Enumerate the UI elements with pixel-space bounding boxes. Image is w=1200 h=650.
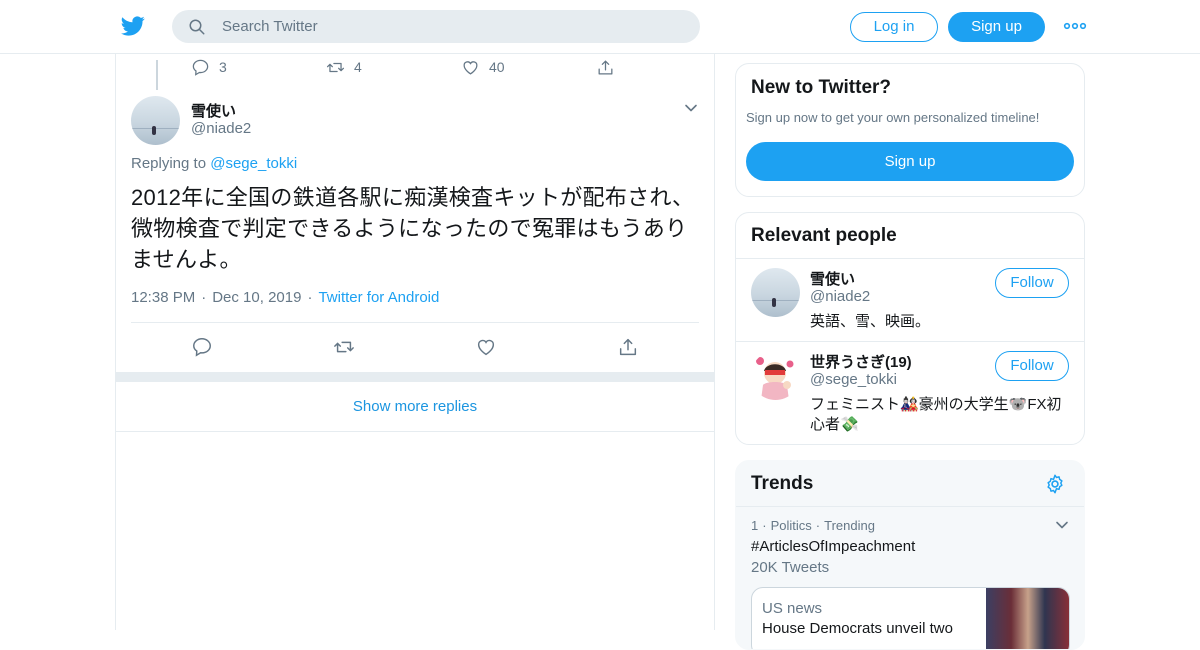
avatar-figure bbox=[772, 298, 776, 307]
heart-icon bbox=[463, 61, 478, 75]
twitter-logo-icon[interactable] bbox=[120, 14, 146, 38]
retweet-count: 4 bbox=[354, 59, 362, 75]
relevant-people-card: Relevant people 雪使い @niade2 英語、雪、映画。 Fol… bbox=[735, 212, 1085, 445]
tweet-metadata: 12:38 PM · Dec 10, 2019 · Twitter for Androi… bbox=[131, 289, 440, 306]
chevron-down-icon[interactable] bbox=[1054, 517, 1070, 533]
sidebar-signup-button[interactable]: Sign up bbox=[746, 142, 1074, 181]
user-handle[interactable]: @niade2 bbox=[191, 120, 251, 137]
search-input[interactable] bbox=[222, 10, 682, 43]
avatar[interactable] bbox=[131, 96, 180, 145]
follow-button[interactable]: Follow bbox=[995, 351, 1069, 381]
tweet-text: 2012年に全国の鉄道各駅に痴漢検査キットが配布され、微物検査で判定できるように… bbox=[131, 185, 695, 272]
trend-hashtag[interactable]: #ArticlesOfImpeachment bbox=[751, 538, 915, 555]
signup-button[interactable]: Sign up bbox=[948, 12, 1045, 42]
news-headline: House Democrats unveil two bbox=[762, 620, 953, 637]
replying-prefix: Replying to bbox=[131, 155, 207, 172]
like-count: 40 bbox=[489, 59, 505, 75]
trend-category: Politics bbox=[770, 518, 812, 533]
card-title: Relevant people bbox=[751, 225, 897, 246]
tweet-source-link[interactable]: Twitter for Android bbox=[318, 289, 439, 306]
tweet-time[interactable]: 12:38 PM bbox=[131, 289, 195, 306]
login-button[interactable]: Log in bbox=[850, 12, 938, 42]
retweet-icon[interactable] bbox=[333, 336, 355, 358]
reply-icon[interactable] bbox=[191, 336, 213, 358]
show-more-replies-link[interactable]: Show more replies bbox=[116, 382, 714, 432]
person-bio: 英語、雪、映画。 bbox=[810, 313, 931, 330]
person-name[interactable]: 世界うさぎ(19) bbox=[810, 351, 912, 372]
share-icon bbox=[598, 60, 613, 75]
person-name[interactable]: 雪使い bbox=[810, 268, 855, 289]
person-handle[interactable]: @niade2 bbox=[810, 288, 870, 305]
divider bbox=[736, 506, 1084, 507]
news-thumbnail-image bbox=[986, 588, 1069, 649]
trend-meta: 1 · Politics · Trending bbox=[751, 518, 875, 533]
replying-to-link[interactable]: @sege_tokki bbox=[210, 155, 297, 172]
reply-icon bbox=[192, 59, 209, 76]
search-icon bbox=[189, 19, 205, 35]
avatar[interactable] bbox=[751, 351, 800, 400]
chevron-down-icon[interactable] bbox=[683, 100, 699, 116]
gear-icon[interactable] bbox=[1044, 473, 1066, 495]
card-title: New to Twitter? bbox=[751, 77, 892, 98]
card-title: Trends bbox=[751, 473, 814, 494]
news-card[interactable]: US news House Democrats unveil two bbox=[751, 587, 1070, 649]
avatar-figure bbox=[152, 126, 156, 135]
replying-to: Replying to @sege_tokki bbox=[131, 155, 297, 172]
previous-tweet-actions: 3 4 40 bbox=[191, 56, 711, 80]
news-source: US news bbox=[762, 600, 823, 617]
retweet-icon bbox=[326, 62, 345, 73]
divider bbox=[131, 322, 699, 323]
person-item[interactable]: 世界うさぎ(19) @sege_tokki フェミニスト🎎豪州の大学生🐨FX初心… bbox=[736, 341, 1084, 444]
card-subtitle: Sign up now to get your own personalized… bbox=[746, 110, 1040, 125]
person-handle[interactable]: @sege_tokki bbox=[810, 371, 897, 388]
avatar[interactable] bbox=[751, 268, 800, 317]
trend-tweet-count: 20K Tweets bbox=[751, 559, 830, 576]
person-item[interactable]: 雪使い @niade2 英語、雪、映画。 Follow bbox=[736, 258, 1084, 341]
trend-rank: 1 bbox=[751, 518, 759, 533]
reply-count: 3 bbox=[219, 59, 227, 75]
top-navigation-bar: Log in Sign up bbox=[0, 0, 1200, 54]
new-to-twitter-card: New to Twitter? Sign up now to get your … bbox=[735, 63, 1085, 197]
trends-card: Trends 1 · Politics · Trending #ArticlesOfIm… bbox=[735, 460, 1085, 650]
search-box[interactable] bbox=[172, 10, 700, 43]
share-icon[interactable] bbox=[617, 336, 639, 358]
display-name[interactable]: 雪使い bbox=[191, 100, 236, 121]
heart-icon[interactable] bbox=[475, 336, 497, 358]
trend-label: Trending bbox=[824, 518, 875, 533]
person-bio: フェミニスト🎎豪州の大学生🐨FX初心者💸 bbox=[810, 396, 1062, 433]
main-timeline-column: 3 4 40 雪使い @niade2 Replying to @sege_tok… bbox=[115, 54, 715, 630]
section-separator bbox=[116, 372, 714, 382]
illustrated-avatar-icon bbox=[756, 357, 794, 400]
tweet-date[interactable]: Dec 10, 2019 bbox=[212, 289, 301, 306]
thread-connector-line bbox=[156, 60, 158, 90]
follow-button[interactable]: Follow bbox=[995, 268, 1069, 298]
more-options-icon[interactable] bbox=[1063, 17, 1087, 35]
tweet-actions bbox=[116, 336, 714, 360]
